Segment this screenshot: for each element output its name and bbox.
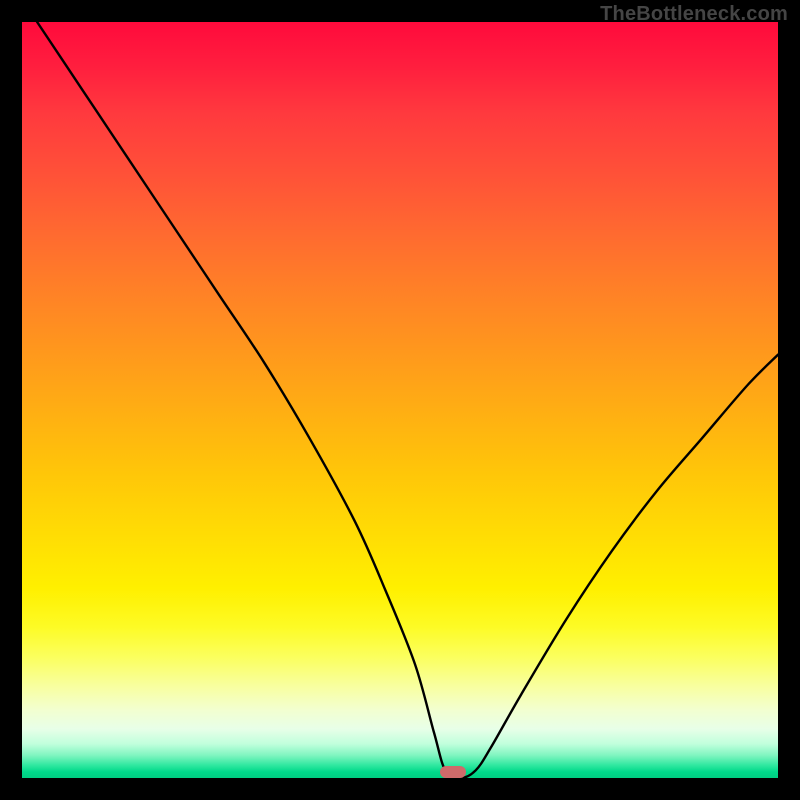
optimal-point-marker [440, 766, 466, 778]
bottleneck-curve [22, 22, 778, 778]
chart-frame: TheBottleneck.com [0, 0, 800, 800]
watermark-text: TheBottleneck.com [600, 3, 788, 26]
plot-area [22, 22, 778, 778]
